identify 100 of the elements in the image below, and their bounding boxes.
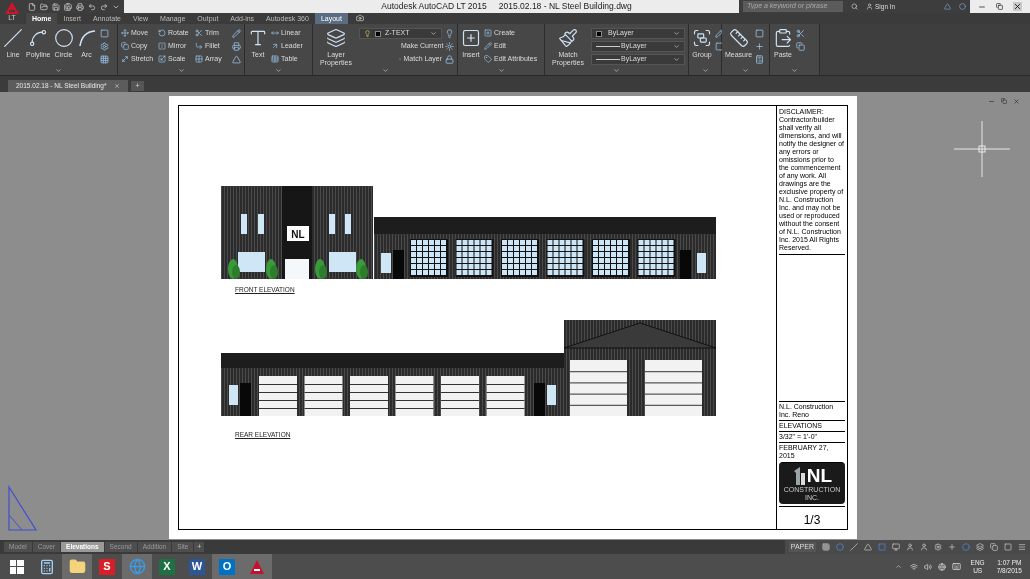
- mirror-icon: [158, 41, 166, 50]
- person-icon[interactable]: [906, 543, 914, 551]
- redo-icon[interactable]: [100, 2, 108, 11]
- pencil-icon[interactable]: [232, 29, 241, 38]
- printer-icon[interactable]: [76, 2, 84, 11]
- new-file-icon[interactable]: [28, 2, 36, 11]
- file-name: 2015.02.18 - NL Steel Building.dwg: [498, 0, 632, 13]
- tray-chevron-icon[interactable]: [894, 563, 902, 570]
- expand-icon[interactable]: [55, 67, 62, 74]
- polyline-icon: [28, 28, 49, 48]
- volume-icon[interactable]: [923, 562, 932, 571]
- expand-icon[interactable]: [497, 67, 505, 74]
- user-icon: [866, 3, 873, 10]
- globe-icon[interactable]: [937, 562, 946, 571]
- menu-icon[interactable]: [1018, 543, 1026, 551]
- caret-icon: [430, 30, 437, 37]
- square-icon[interactable]: [1004, 543, 1012, 551]
- dimension-icon: [271, 28, 279, 37]
- text-icon: [248, 28, 268, 48]
- lock-icon[interactable]: [445, 55, 454, 64]
- windows-logo-icon: [10, 559, 24, 574]
- hatch-icon[interactable]: [99, 55, 109, 64]
- cut-icon[interactable]: [796, 29, 805, 38]
- square-icon[interactable]: [755, 29, 765, 38]
- open-folder-icon[interactable]: [40, 2, 48, 11]
- circle-icon: [53, 28, 74, 48]
- calculator-icon[interactable]: [755, 55, 765, 64]
- undo-icon[interactable]: [88, 2, 96, 11]
- monitor-icon[interactable]: [892, 543, 900, 551]
- taskbar-button[interactable]: [62, 554, 92, 579]
- create-icon: [484, 28, 492, 37]
- restore-icon[interactable]: [996, 3, 1003, 10]
- triangle-icon[interactable]: [232, 55, 241, 64]
- copy-icon[interactable]: [990, 543, 998, 551]
- taskbar-button[interactable]: X: [152, 554, 182, 579]
- insert-icon: [461, 28, 481, 48]
- bulb-icon[interactable]: [445, 29, 454, 38]
- fillet-icon: [195, 41, 203, 50]
- paintbrush-icon: [558, 28, 578, 48]
- expand-icon[interactable]: [177, 67, 185, 74]
- folder-icon: [68, 558, 86, 575]
- circle-icon[interactable]: [836, 543, 844, 551]
- person-icon[interactable]: [920, 543, 928, 551]
- line-icon[interactable]: [850, 543, 858, 551]
- stretch-icon: [121, 54, 129, 63]
- crosshair-cursor-icon: [954, 121, 1010, 177]
- line-sample: [596, 46, 620, 47]
- calculator-icon: [39, 558, 55, 575]
- expand-icon[interactable]: [275, 67, 282, 74]
- scissors-icon: [195, 28, 203, 37]
- arc-icon: [76, 28, 97, 48]
- sign-text: NL: [291, 229, 305, 240]
- taskbar-button[interactable]: S: [92, 554, 122, 579]
- minimize-icon[interactable]: [988, 98, 995, 105]
- app-tile: X: [159, 558, 175, 575]
- color-swatch: [375, 30, 381, 37]
- drawing-canvas[interactable]: [0, 92, 1030, 540]
- table-icon: [271, 54, 279, 63]
- logo-text: NL: [806, 465, 833, 485]
- scale-icon: [158, 54, 166, 63]
- bulb-icon: [364, 30, 371, 37]
- search-icon[interactable]: [851, 3, 858, 10]
- close-icon: [114, 83, 121, 89]
- line-sample: [596, 59, 620, 60]
- expand-icon[interactable]: [381, 67, 389, 74]
- ucs-icon: [6, 485, 38, 533]
- network-icon[interactable]: [909, 562, 918, 571]
- camera-icon[interactable]: [355, 14, 364, 22]
- expand-icon[interactable]: [613, 67, 620, 74]
- pencil-icon: [484, 41, 492, 50]
- sun-icon[interactable]: [445, 42, 454, 51]
- app-tile: O: [219, 558, 235, 575]
- close-icon[interactable]: [1013, 2, 1022, 11]
- expand-icon[interactable]: [791, 67, 798, 74]
- expand-icon[interactable]: [701, 67, 709, 74]
- copy-icon[interactable]: [796, 42, 805, 51]
- square-icon[interactable]: [715, 42, 724, 51]
- circle-icon[interactable]: [962, 543, 970, 551]
- move-icon: [121, 28, 129, 37]
- printer-icon[interactable]: [232, 42, 241, 51]
- keyboard-icon[interactable]: [951, 562, 961, 571]
- app-logo-icon: [5, 2, 19, 14]
- app-tile: W: [189, 558, 205, 575]
- plus-icon[interactable]: [948, 543, 956, 551]
- rectangle-icon[interactable]: [99, 29, 109, 38]
- gear-icon[interactable]: [934, 543, 942, 551]
- line-icon: [3, 28, 23, 48]
- autocad-logo-icon: [249, 558, 265, 575]
- taskbar-button[interactable]: W: [182, 554, 212, 579]
- save-as-icon[interactable]: [64, 2, 72, 11]
- taskbar-button[interactable]: O: [212, 554, 242, 579]
- pencil-icon[interactable]: [715, 29, 724, 38]
- gear-icon[interactable]: [99, 42, 109, 51]
- save-icon[interactable]: [52, 2, 60, 11]
- sheet-number: 1/3: [779, 506, 845, 529]
- plus-icon[interactable]: [755, 42, 765, 51]
- leader-icon: [271, 41, 279, 50]
- app-tile: S: [99, 558, 115, 575]
- window-title: Autodesk AutoCAD LT 2015: [381, 0, 487, 13]
- expand-icon[interactable]: [742, 67, 749, 74]
